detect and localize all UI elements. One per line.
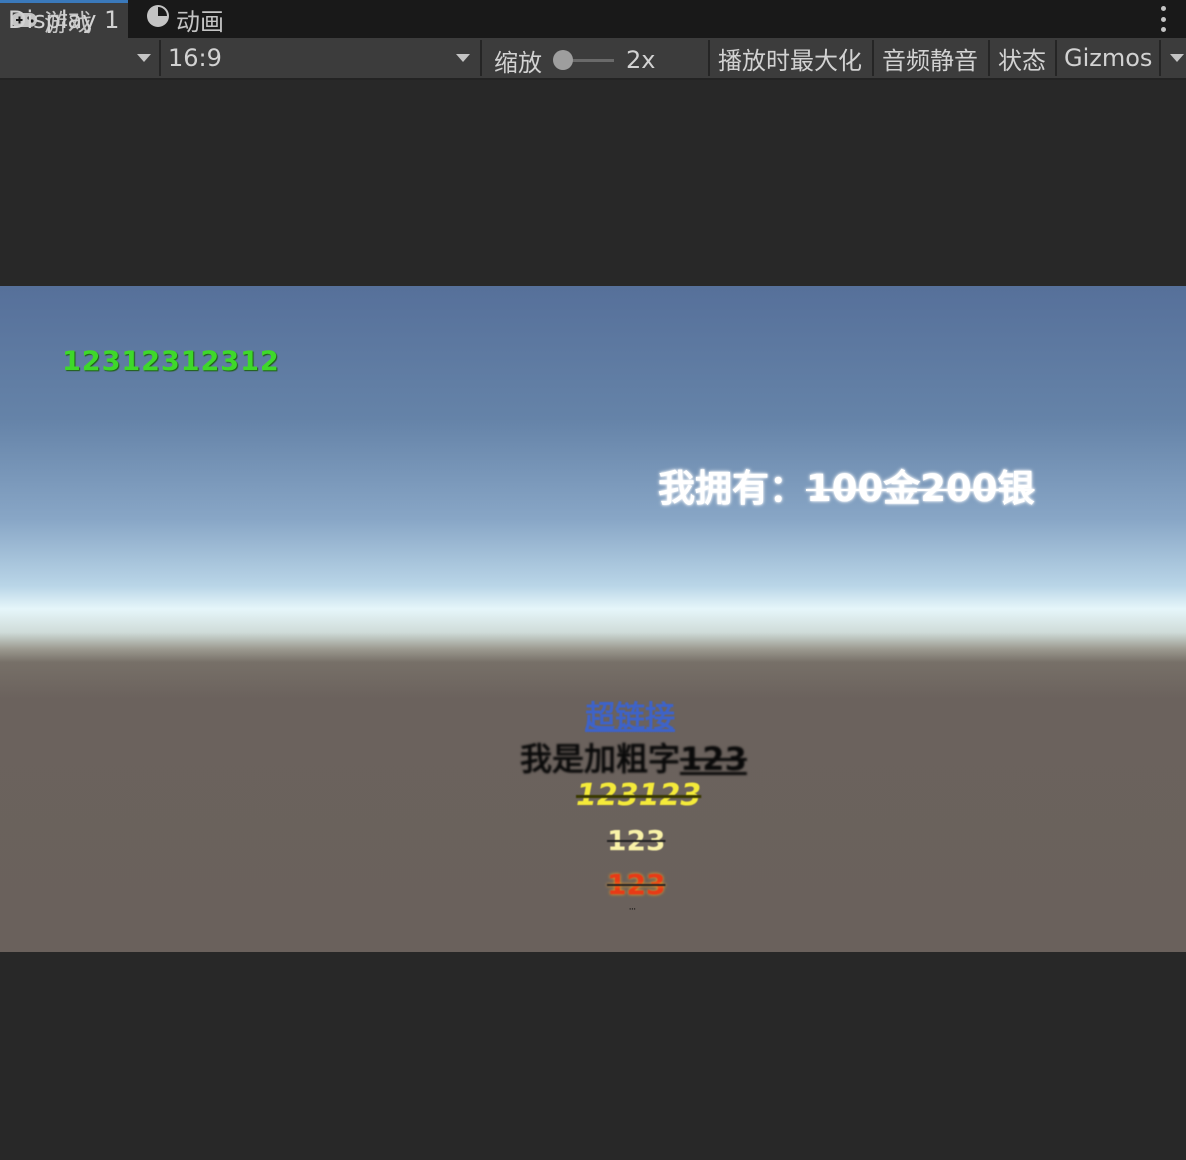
- aspect-dropdown-arrow-icon: [456, 54, 470, 62]
- scale-value-text: 2x: [626, 46, 656, 74]
- number-text: 12312312312: [62, 346, 280, 377]
- wealth-text: 我拥有：100金200银: [658, 458, 1034, 512]
- maximize-on-play-label: 播放时最大化: [718, 46, 862, 75]
- hyperlink-text[interactable]: 超链接: [585, 692, 675, 736]
- styled-text-line: 我是加粗字123: [520, 734, 747, 780]
- mute-audio-toggle[interactable]: 音频静音: [882, 38, 978, 78]
- mute-audio-label: 音频静音: [882, 46, 978, 75]
- wealth-amount: 100金200银: [806, 467, 1035, 510]
- more-options-icon[interactable]: [1160, 6, 1166, 32]
- tab-animation-label: 动画: [176, 7, 224, 36]
- divider: [988, 40, 990, 76]
- display-dropdown-arrow-icon: [137, 54, 151, 62]
- gizmos-toggle[interactable]: Gizmos: [1064, 38, 1152, 78]
- scale-value: 2x: [626, 40, 655, 80]
- bold-part: 加粗字: [584, 740, 681, 778]
- aspect-dropdown[interactable]: 16:9: [168, 38, 478, 78]
- scale-label-text: 缩放: [494, 48, 542, 77]
- display-dropdown[interactable]: Display 1: [8, 0, 158, 40]
- display-dropdown-value: Display 1: [8, 6, 120, 34]
- divider: [1055, 40, 1057, 76]
- stats-toggle[interactable]: 状态: [998, 38, 1046, 78]
- red-text: 123: [607, 868, 666, 901]
- maximize-on-play-toggle[interactable]: 播放时最大化: [718, 38, 862, 78]
- divider: [708, 40, 710, 76]
- divider: [480, 40, 482, 76]
- wealth-prefix: 我拥有：: [658, 467, 806, 510]
- plain-part: 我是: [520, 740, 585, 778]
- stats-label: 状态: [998, 46, 1046, 75]
- tab-bar: 游戏 动画: [0, 0, 1186, 38]
- divider: [159, 40, 161, 76]
- scale-slider-knob[interactable]: [553, 50, 573, 70]
- scale-label: 缩放: [494, 40, 542, 80]
- gizmos-label: Gizmos: [1064, 44, 1153, 72]
- yellow-text: 123: [607, 824, 666, 857]
- italic-yellow-text: 123123: [576, 778, 702, 813]
- divider: [872, 40, 874, 76]
- game-viewport[interactable]: 12312312312 我拥有：100金200银 超链接 我是加粗字123 12…: [0, 286, 1186, 952]
- tiny-text: ···: [629, 906, 636, 913]
- gizmos-dropdown-arrow-icon[interactable]: [1170, 54, 1184, 62]
- aspect-dropdown-value: 16:9: [168, 44, 222, 72]
- divider: [1159, 40, 1161, 76]
- underline-part: 123: [680, 740, 747, 778]
